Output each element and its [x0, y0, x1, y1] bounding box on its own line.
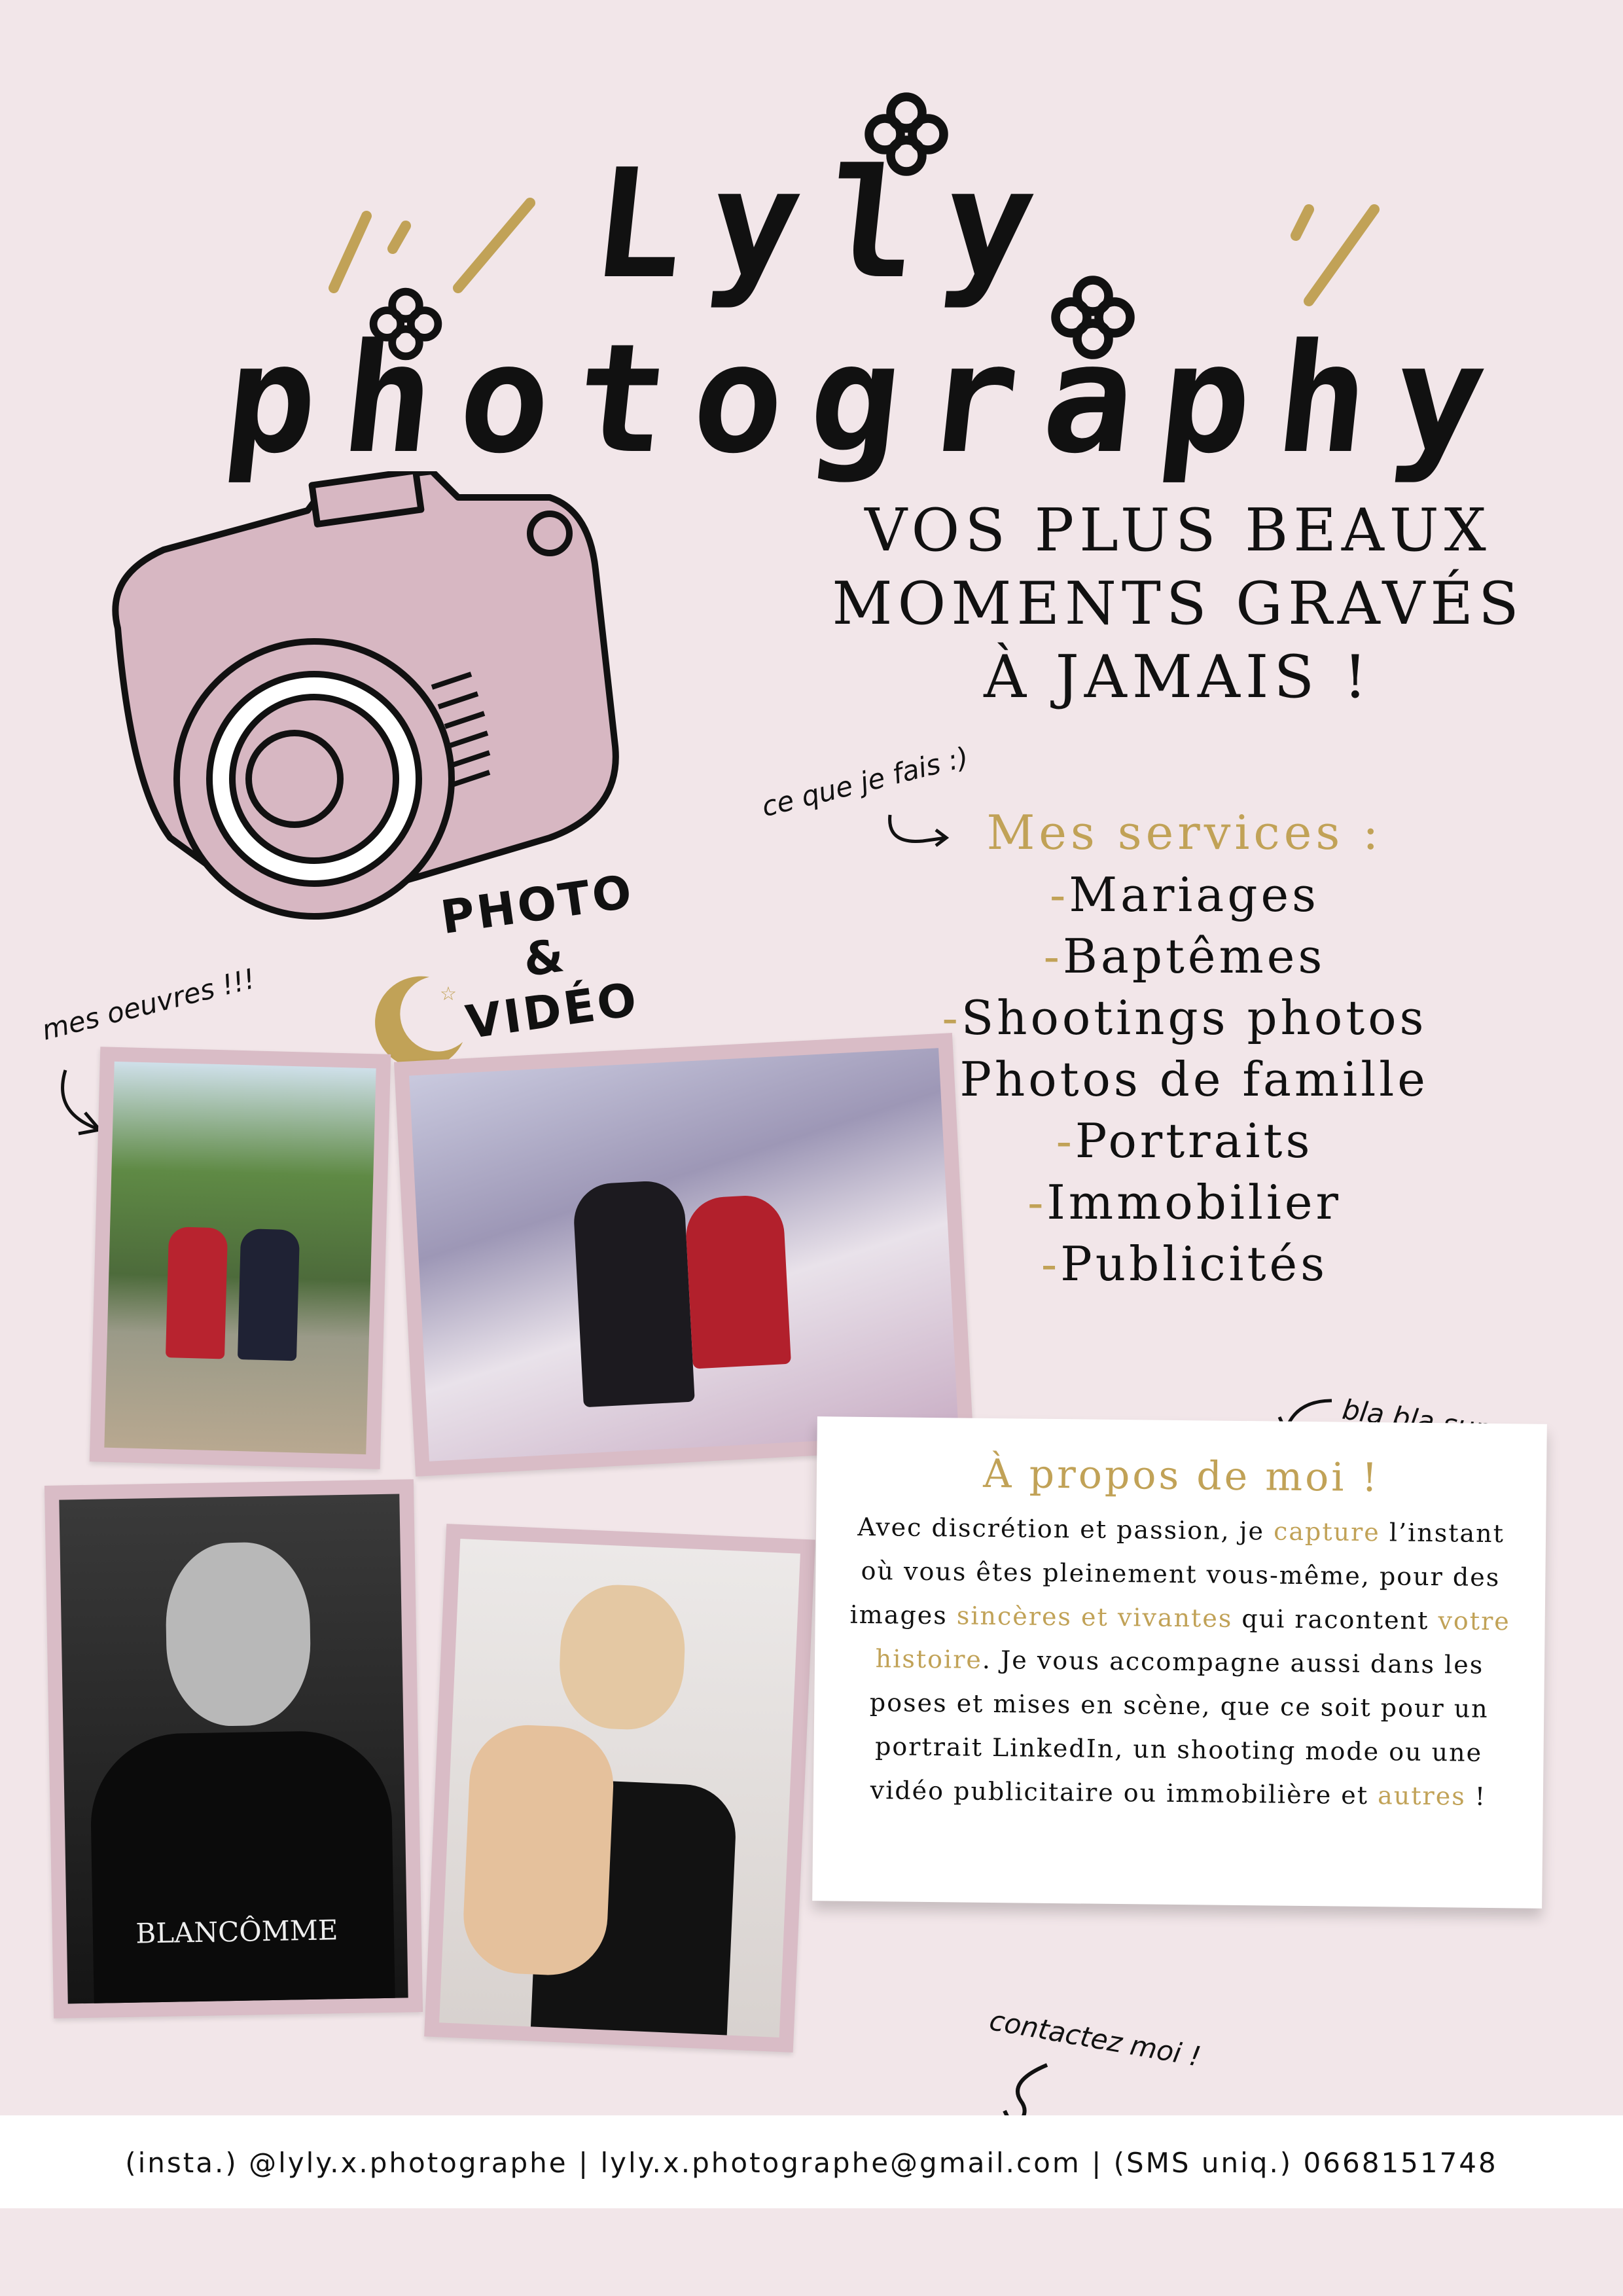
- about-body: Avec discrétion et passion, je capture l…: [849, 1512, 1510, 1811]
- photo-woman-mirror: [424, 1524, 815, 2053]
- about-title: À propos de moi !: [982, 1450, 1381, 1501]
- service-item: -Shootings photos: [942, 990, 1427, 1045]
- service-item: -Mariages: [1050, 867, 1319, 922]
- works-note: mes oeuvres !!!: [39, 962, 259, 1047]
- service-item: -Baptêmes: [1043, 929, 1326, 984]
- photo-video-badge: PHOTO & VIDÉO: [437, 864, 643, 1050]
- photo-couple-graffiti: [393, 1033, 974, 1477]
- about-card: À propos de moi ! Avec discrétion et pas…: [812, 1416, 1547, 1909]
- services-title: Mes services :: [986, 805, 1383, 860]
- headline: VOS PLUS BEAUX MOMENTS GRAVÉS À JAMAIS !: [805, 494, 1551, 714]
- service-item: -Portraits: [1056, 1113, 1313, 1168]
- contact-info: (insta.) @lyly.x.photographe | lyly.x.ph…: [125, 2147, 1498, 2179]
- brand-logo: Lyly photography: [217, 85, 1520, 487]
- watermark: BLANCÔMME: [135, 1914, 338, 1950]
- headline-line: VOS PLUS BEAUX: [865, 496, 1491, 565]
- footer: (insta.) @lyly.x.photographe | lyly.x.ph…: [0, 2115, 1623, 2208]
- photo-couple-park: [89, 1047, 391, 1469]
- headline-line: MOMENTS GRAVÉS: [832, 569, 1524, 638]
- service-item: -Photos de famille: [940, 1052, 1429, 1107]
- camera-illustration: [112, 471, 619, 920]
- photo-portrait-man: BLANCÔMME: [44, 1479, 423, 2018]
- headline-line: À JAMAIS !: [984, 643, 1372, 711]
- gold-strokes: [329, 198, 1380, 306]
